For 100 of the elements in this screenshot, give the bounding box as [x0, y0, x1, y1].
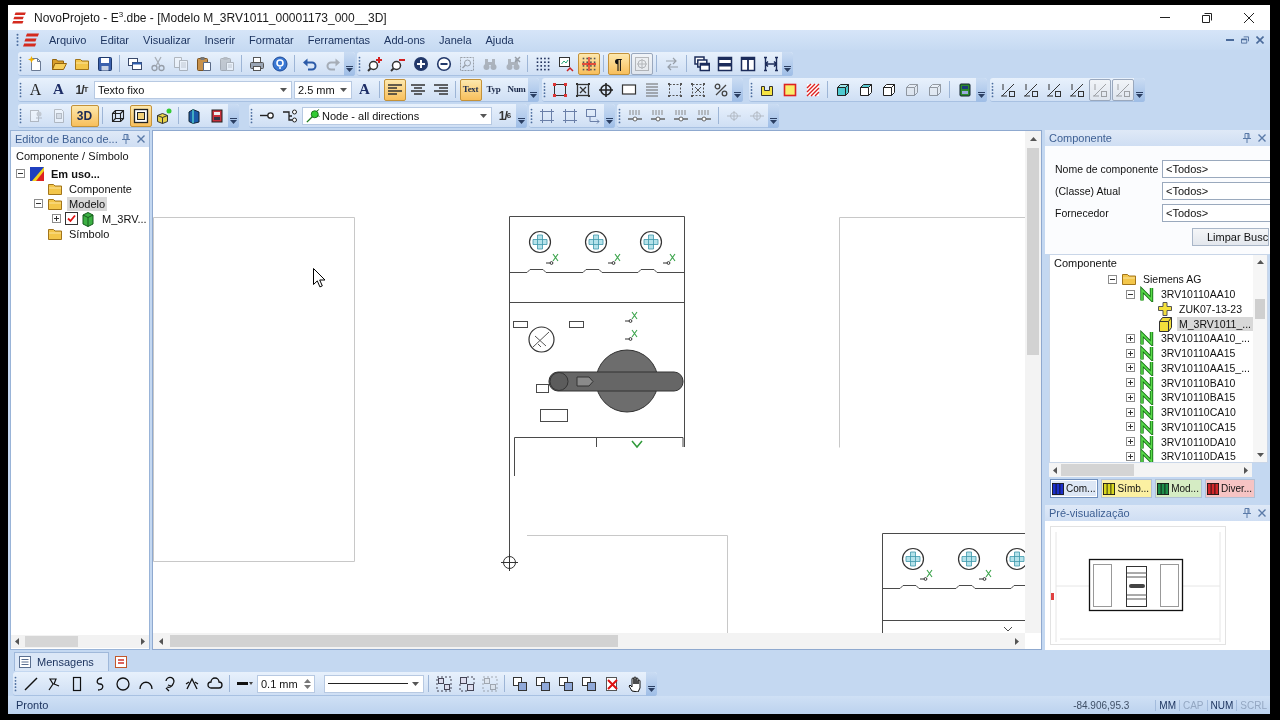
tree-item[interactable]: Siemens AG	[1141, 272, 1204, 287]
tab[interactable]: Com...	[1050, 479, 1099, 498]
input-field[interactable]: <Todos>	[1162, 204, 1270, 222]
toolbar-options-button[interactable]	[768, 103, 779, 128]
scrollbar-thumb[interactable]	[1061, 464, 1134, 476]
expand-icon[interactable]	[1125, 407, 1135, 417]
pin-icon	[1243, 508, 1251, 518]
tab[interactable]: Diver...	[1204, 479, 1256, 498]
expand-icon[interactable]	[1125, 451, 1135, 461]
expand-icon[interactable]	[1125, 333, 1135, 343]
scrollbar[interactable]	[1049, 463, 1252, 477]
connection-dropdown[interactable]: Node - all directions	[302, 106, 492, 125]
text-size-dropdown[interactable]: 2.5 mm	[294, 80, 352, 99]
pin-button[interactable]	[1240, 131, 1254, 145]
bold-font-button[interactable]: A	[47, 78, 70, 101]
toolbar-options-button[interactable]	[228, 103, 239, 128]
scrollbar[interactable]	[1025, 131, 1041, 633]
clear-search-button[interactable]: Limpar Busc	[1192, 228, 1269, 246]
tree-item[interactable]: 3RV10110AA10	[1159, 287, 1238, 302]
formatting-marks-button[interactable]: ¶	[607, 52, 630, 75]
pin-button[interactable]	[119, 132, 133, 146]
tree-item[interactable]: M_3RV1011_...	[1177, 316, 1253, 331]
collapse-icon[interactable]	[1125, 289, 1135, 299]
toolbar-options-button[interactable]	[604, 103, 615, 128]
input-field[interactable]: <Todos>	[1162, 160, 1270, 178]
menu-item[interactable]: Add-ons	[377, 31, 433, 49]
tree-item[interactable]: 3RV10110BA15	[1159, 390, 1238, 405]
number-mode-button[interactable]: Num	[505, 78, 528, 101]
menu-item[interactable]: Janela	[432, 31, 479, 49]
checkbox[interactable]	[65, 212, 78, 225]
tab[interactable]: Mensagens	[14, 652, 109, 671]
close-button[interactable]	[1255, 35, 1265, 45]
toolbar-options-button[interactable]	[528, 77, 539, 102]
toolbar-options-button[interactable]	[976, 77, 987, 102]
tab[interactable]: Símb...	[1101, 479, 1153, 498]
expand-icon[interactable]	[1125, 363, 1135, 373]
font-button[interactable]: A	[24, 78, 47, 101]
tree-item[interactable]: Modelo	[67, 196, 108, 211]
tree-item[interactable]: Em uso...	[49, 166, 102, 181]
toolbar-options-button[interactable]	[516, 103, 527, 128]
tab[interactable]: Mod...	[1155, 479, 1202, 498]
expand-icon[interactable]	[1125, 422, 1135, 432]
tile-horizontal-icon	[716, 55, 733, 72]
type-mode-button[interactable]: Typ	[482, 78, 505, 101]
collapse-icon[interactable]	[15, 169, 25, 178]
tree-item[interactable]: M_3RV...	[100, 211, 149, 226]
align-center-icon	[409, 81, 426, 98]
grip-icon	[618, 107, 621, 124]
line-width-field[interactable]: 0.1 mm	[257, 674, 315, 693]
text-mode-button[interactable]: Text	[459, 78, 482, 101]
tree-item[interactable]: 3RV10110AA15_...	[1159, 360, 1252, 375]
scrollbar[interactable]	[153, 633, 1025, 649]
toolbar-options-button[interactable]	[782, 51, 793, 76]
menu-item[interactable]: Arquivo	[42, 31, 94, 49]
close-icon	[1258, 509, 1266, 517]
line-style-dropdown[interactable]	[324, 674, 424, 693]
expand-icon[interactable]	[51, 214, 61, 223]
tree-item[interactable]: 3RV10110AA15	[1159, 346, 1238, 361]
collapse-icon[interactable]	[33, 199, 43, 208]
tree-item[interactable]: ZUK07-13-23	[1177, 301, 1245, 316]
tree-item[interactable]: 3RV10110DA15	[1159, 449, 1238, 462]
expand-icon[interactable]	[1125, 392, 1135, 402]
scrollbar-thumb[interactable]	[25, 636, 78, 647]
caret-down-icon	[648, 685, 655, 692]
tree-item[interactable]: 3RV10110CA10	[1159, 405, 1238, 420]
expand-icon[interactable]	[1125, 437, 1135, 447]
font-color-button[interactable]: A	[353, 78, 376, 101]
tree-item[interactable]: Componente	[67, 181, 134, 196]
pin-button[interactable]	[1240, 506, 1254, 520]
tree-item[interactable]: 3RV10110DA10	[1159, 434, 1238, 449]
tree-item[interactable]: 3RV10110BA10	[1159, 375, 1238, 390]
menu-item[interactable]: Ferramentas	[300, 31, 378, 49]
tree-item[interactable]: Símbolo	[67, 226, 112, 241]
scrollbar-thumb[interactable]	[1255, 299, 1265, 319]
scrollbar[interactable]	[11, 635, 149, 648]
align-left-button[interactable]	[383, 78, 406, 101]
toolbar-options-button[interactable]	[1134, 77, 1145, 102]
panel-button[interactable]	[114, 656, 127, 668]
scrollbar[interactable]	[1253, 255, 1267, 462]
toolbar-options-button[interactable]	[732, 77, 743, 102]
cube-icon	[80, 210, 96, 227]
collapse-icon[interactable]	[1107, 274, 1117, 284]
toolbar-options-button[interactable]	[344, 51, 355, 76]
expand-icon[interactable]	[1125, 348, 1135, 358]
scrollbar-thumb[interactable]	[170, 635, 618, 647]
grid-snap-button[interactable]	[577, 52, 600, 75]
menu-item[interactable]: Ajuda	[478, 31, 521, 49]
3d-view-button[interactable]: 3D	[70, 104, 99, 127]
tree-item[interactable]: 3RV10110AA10_...	[1159, 331, 1252, 346]
toolbar-options-button[interactable]	[646, 671, 657, 696]
frame-button[interactable]	[129, 104, 152, 127]
menu-item[interactable]: Formatar	[242, 31, 301, 49]
tree-item[interactable]: 3RV10110CA15	[1159, 419, 1238, 434]
text-type-dropdown[interactable]: Texto fixo	[94, 80, 292, 99]
expand-icon[interactable]	[1125, 378, 1135, 388]
menu-item[interactable]: Inserir	[197, 31, 243, 49]
scrollbar-thumb[interactable]	[1027, 148, 1039, 355]
menu-item[interactable]: Visualizar	[136, 31, 198, 49]
input-field[interactable]: <Todos>	[1162, 182, 1270, 200]
menu-item[interactable]: Editar	[93, 31, 137, 49]
